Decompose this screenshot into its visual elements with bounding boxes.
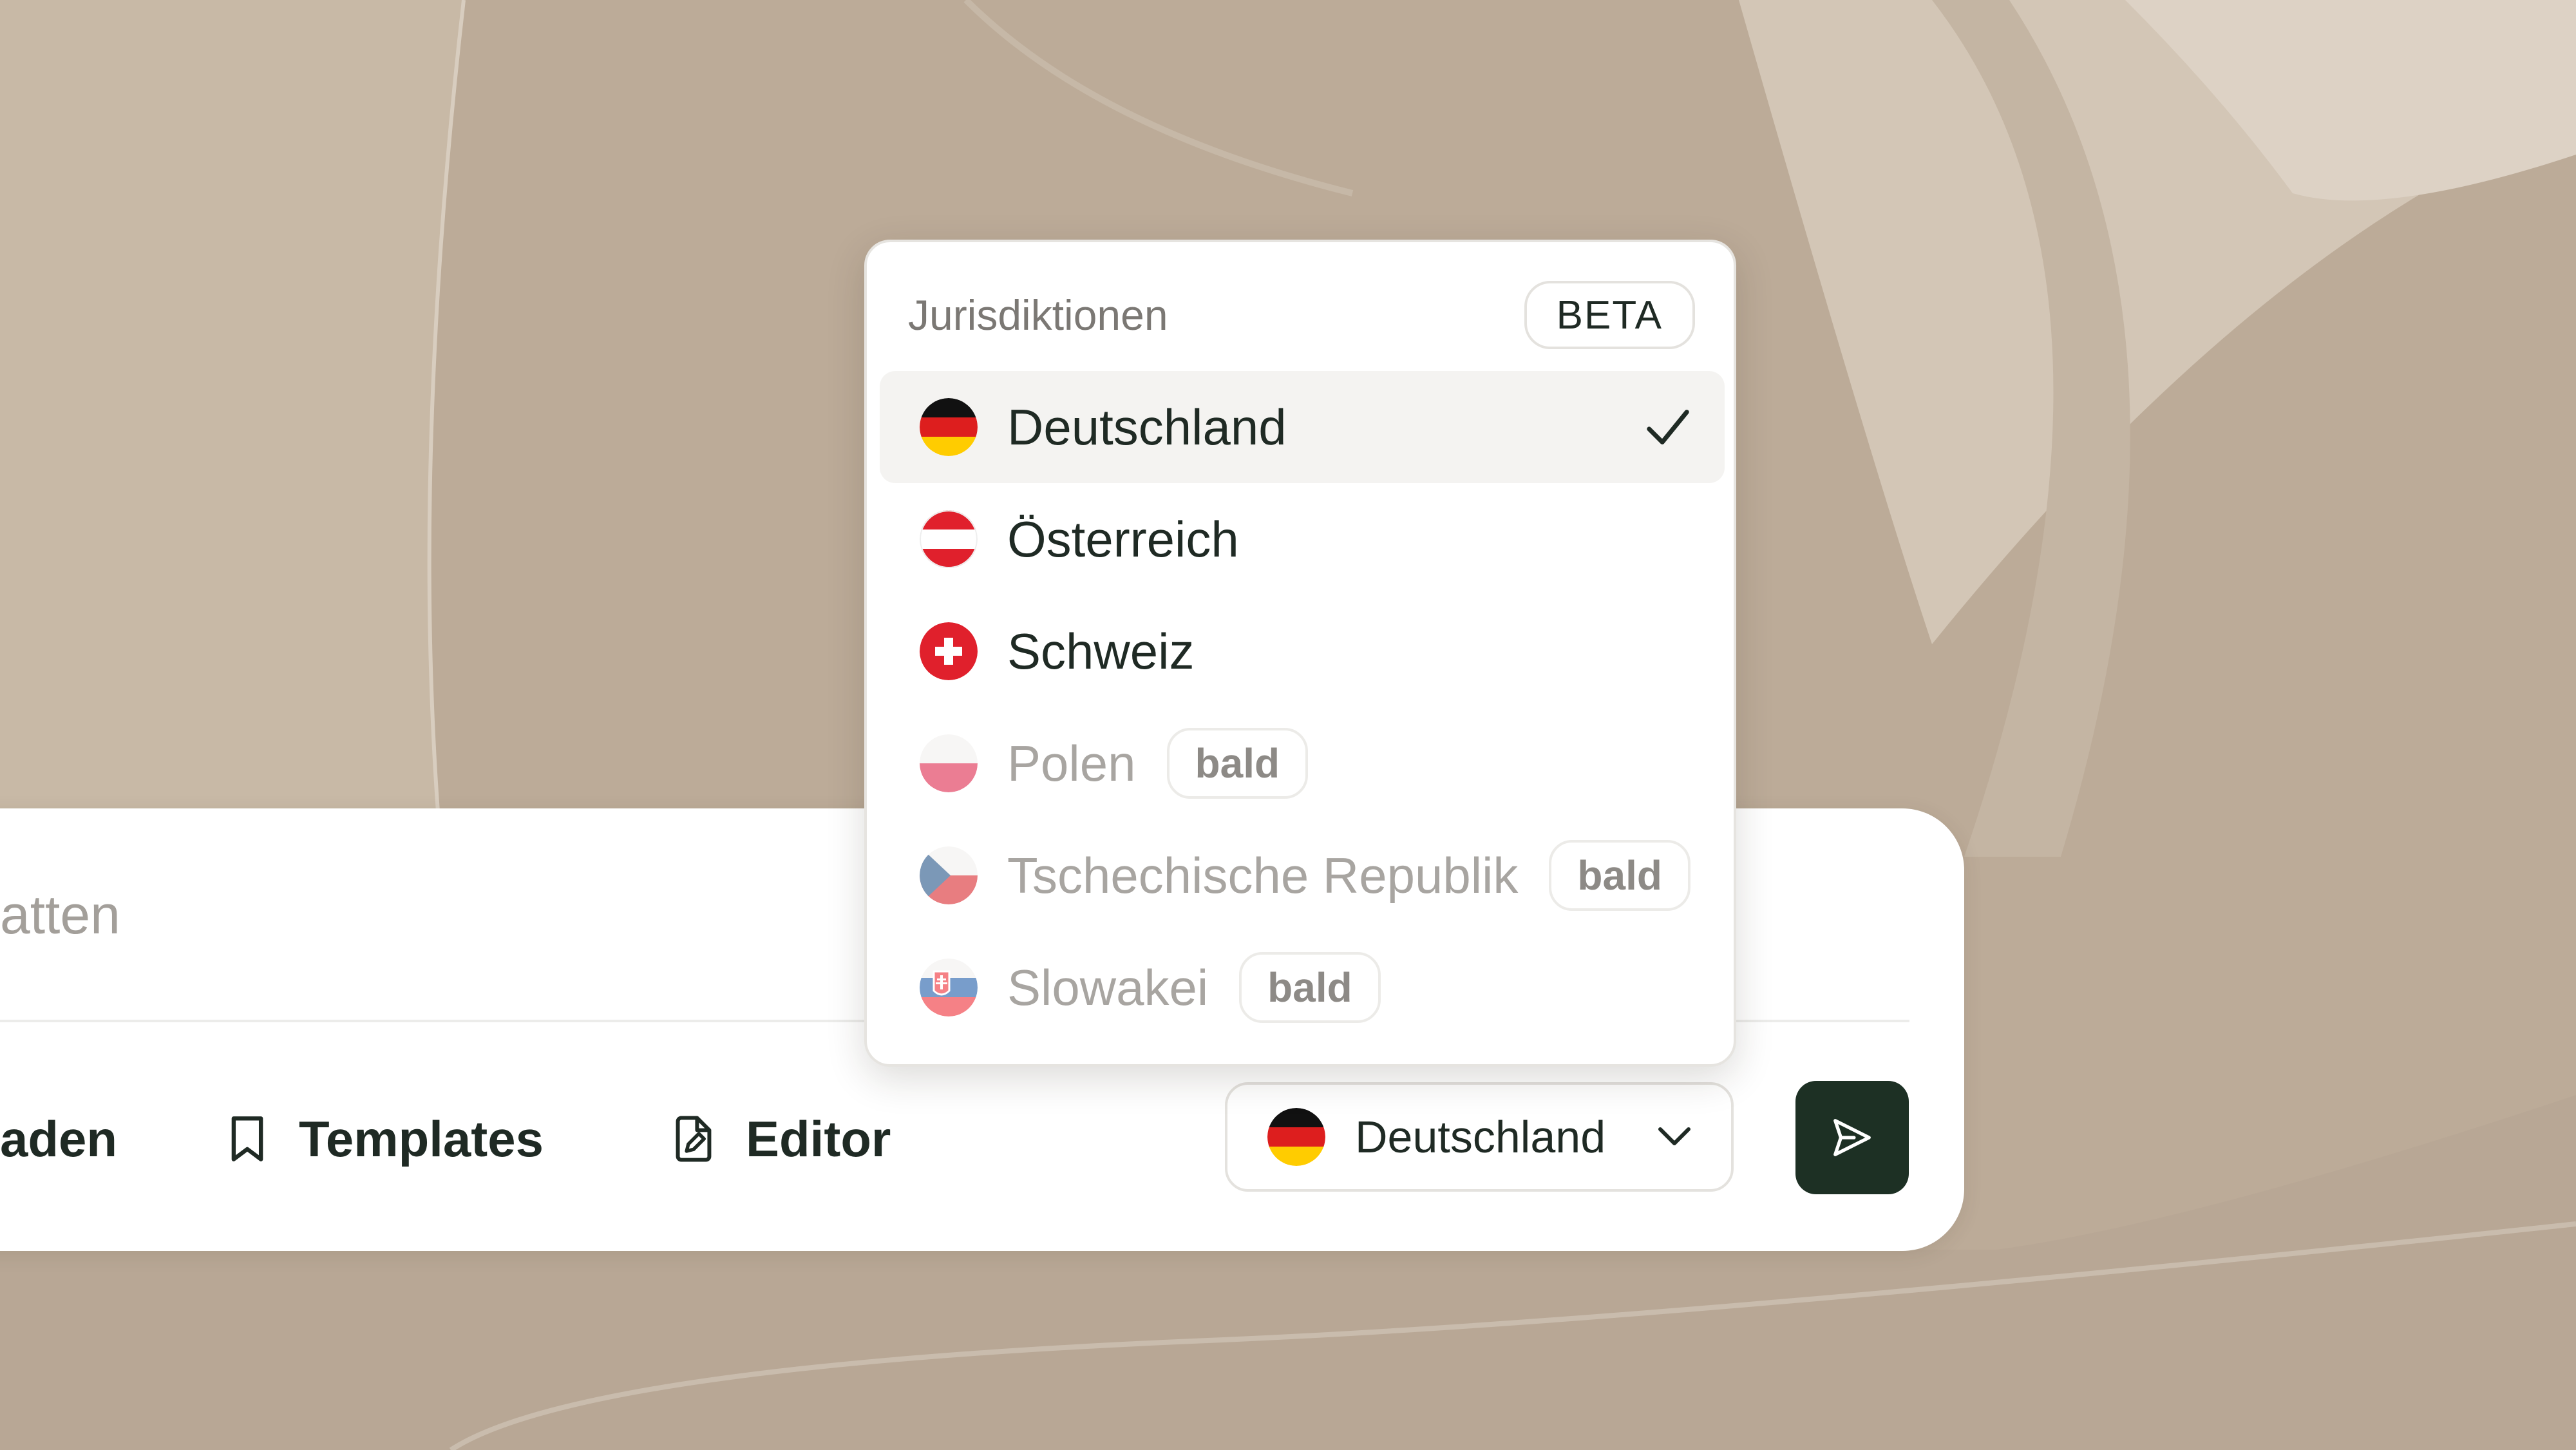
jurisdiction-option-deutschland[interactable]: Deutschland xyxy=(880,371,1725,483)
dropdown-header: Jurisdiktionen BETA xyxy=(908,281,1695,349)
slovakia-flag-icon xyxy=(920,959,978,1016)
send-icon xyxy=(1833,1119,1871,1156)
germany-flag-icon xyxy=(920,398,978,456)
option-label: Schweiz xyxy=(1007,622,1195,680)
jurisdiction-dropdown: Jurisdiktionen BETA Deutschland Österrei… xyxy=(864,240,1736,1067)
option-label: Tschechische Republik xyxy=(1007,846,1519,904)
option-label: Österreich xyxy=(1007,510,1239,568)
jurisdiction-select-value: Deutschland xyxy=(1355,1112,1606,1162)
toolbar-label-templates: Templates xyxy=(299,1110,544,1167)
jurisdiction-select[interactable]: Deutschland xyxy=(1225,1082,1734,1192)
jurisdiction-option-polen: Polen bald xyxy=(880,707,1725,819)
jurisdiction-option-tschechien: Tschechische Republik bald xyxy=(880,819,1725,931)
toolbar-label-editor: Editor xyxy=(746,1110,891,1167)
message-input[interactable]: atten xyxy=(0,879,837,950)
chevron-down-icon xyxy=(1658,1127,1690,1145)
czech-flag-icon xyxy=(920,846,978,904)
austria-flag-icon xyxy=(920,510,978,568)
file-edit-icon xyxy=(676,1116,712,1162)
option-label: Deutschland xyxy=(1007,398,1287,455)
toolbar-label-upload: aden xyxy=(0,1110,118,1167)
send-button[interactable] xyxy=(1795,1081,1909,1194)
jurisdiction-option-oesterreich[interactable]: Österreich xyxy=(880,483,1725,595)
option-label: Polen xyxy=(1007,734,1136,792)
templates-button[interactable]: Templates xyxy=(227,1103,544,1174)
option-label: Slowakei xyxy=(1007,959,1209,1016)
coming-soon-badge: bald xyxy=(1239,952,1381,1023)
dropdown-title: Jurisdiktionen xyxy=(908,291,1168,339)
jurisdiction-option-slowakei: Slowakei bald xyxy=(880,931,1725,1044)
coming-soon-badge: bald xyxy=(1549,840,1690,911)
germany-flag-icon xyxy=(1267,1108,1325,1166)
beta-badge: BETA xyxy=(1524,281,1695,349)
poland-flag-icon xyxy=(920,734,978,792)
check-icon xyxy=(1647,410,1689,444)
coming-soon-badge: bald xyxy=(1166,728,1309,799)
editor-button[interactable]: Editor xyxy=(672,1103,891,1174)
switzerland-flag-icon xyxy=(920,622,978,680)
bookmark-icon xyxy=(231,1116,263,1161)
jurisdiction-option-schweiz[interactable]: Schweiz xyxy=(880,595,1725,707)
upload-button[interactable]: aden xyxy=(0,1103,117,1174)
